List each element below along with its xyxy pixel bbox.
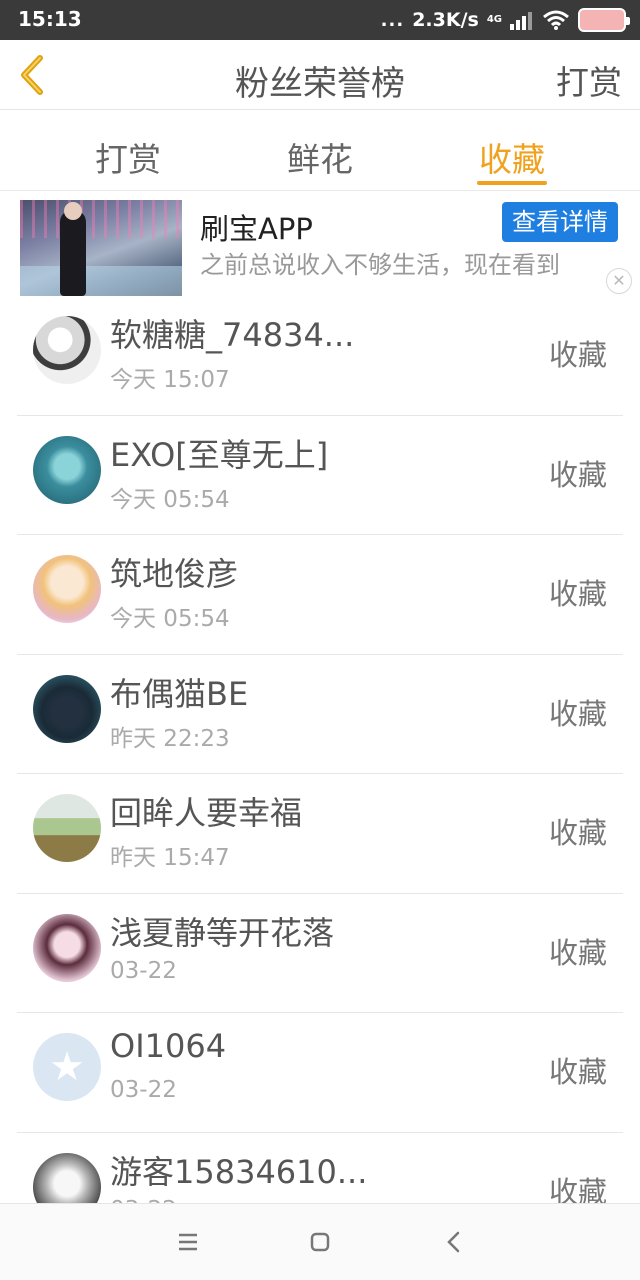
- avatar: [33, 913, 101, 982]
- collect-label: 收藏: [548, 816, 607, 850]
- user-time: 03-22: [110, 1077, 177, 1103]
- tab-collect[interactable]: 收藏: [452, 133, 572, 181]
- reward-button[interactable]: 打赏: [556, 56, 622, 104]
- status-dots: ...: [380, 9, 405, 31]
- list-item[interactable]: 回眸人要幸福 昨天 15:47 收藏: [0, 774, 640, 894]
- status-time: 15:13: [18, 7, 82, 31]
- user-name: 布偶猫BE: [110, 674, 249, 713]
- list-item[interactable]: ★ OI1064 03-22 收藏: [0, 1013, 640, 1133]
- user-time: 昨天 15:47: [110, 845, 230, 871]
- list-item[interactable]: 筑地俊彦 今天 05:54 收藏: [0, 535, 640, 655]
- avatar: [33, 794, 101, 862]
- header: 粉丝荣誉榜 打赏: [0, 40, 640, 110]
- signal-icon: [510, 12, 532, 30]
- user-name: OI1064: [110, 1027, 227, 1065]
- home-icon[interactable]: [302, 1224, 338, 1260]
- avatar: [33, 674, 101, 743]
- tab-reward[interactable]: 打赏: [68, 133, 188, 181]
- avatar: [33, 316, 101, 384]
- ad-description: 之前总说收入不够生活，现在看到: [200, 251, 560, 279]
- network-speed: 2.3K/s: [412, 9, 479, 31]
- network-type: 4G: [486, 14, 502, 25]
- battery-icon: [578, 8, 630, 32]
- collect-label: 收藏: [548, 457, 607, 492]
- user-time: 今天 05:54: [110, 606, 230, 632]
- avatar: [33, 555, 101, 623]
- user-name: EXO[至尊无上]: [110, 435, 329, 474]
- collect-label: 收藏: [548, 577, 607, 611]
- active-tab-indicator: [477, 181, 547, 185]
- ad-details-button[interactable]: 查看详情: [502, 202, 618, 242]
- close-icon[interactable]: ✕: [606, 268, 632, 294]
- system-nav-bar: [0, 1203, 640, 1280]
- ad-image[interactable]: [20, 200, 182, 296]
- tab-bar: 打赏 鲜花 收藏: [0, 111, 640, 191]
- tab-flowers[interactable]: 鲜花: [260, 133, 380, 181]
- user-time: 今天 15:07: [110, 367, 230, 393]
- fan-list: 软糖糖_74834... 今天 15:07 收藏 EXO[至尊无上] 今天 05…: [0, 296, 640, 1252]
- list-item[interactable]: 软糖糖_74834... 今天 15:07 收藏: [0, 296, 640, 416]
- user-name: 回眸人要幸福: [110, 794, 303, 832]
- back-icon[interactable]: [436, 1224, 472, 1260]
- list-item[interactable]: 浅夏静等开花落 03-22 收藏: [0, 894, 640, 1013]
- user-name: 筑地俊彦: [110, 555, 239, 593]
- collect-label: 收藏: [548, 338, 607, 372]
- collect-label: 收藏: [548, 1055, 607, 1089]
- wifi-icon: [543, 10, 569, 30]
- menu-icon[interactable]: [170, 1224, 206, 1260]
- user-name: 软糖糖_74834...: [110, 316, 355, 354]
- star-icon: ★: [49, 1044, 85, 1090]
- collect-label: 收藏: [548, 935, 607, 970]
- avatar: ★: [33, 1033, 101, 1101]
- avatar: [33, 435, 101, 504]
- user-time: 昨天 22:23: [110, 725, 230, 752]
- user-name: 浅夏静等开花落: [110, 913, 335, 952]
- status-indicators: ... 2.3K/s 4G: [380, 6, 630, 34]
- list-item[interactable]: 布偶猫BE 昨天 22:23 收藏: [0, 655, 640, 774]
- user-time: 今天 05:54: [110, 486, 230, 513]
- status-bar: 15:13 ... 2.3K/s 4G: [0, 0, 640, 40]
- list-item[interactable]: EXO[至尊无上] 今天 05:54 收藏: [0, 416, 640, 535]
- collect-label: 收藏: [548, 696, 607, 731]
- user-name: 游客15834610...: [110, 1152, 368, 1191]
- ad-title: 刷宝APP: [200, 212, 313, 246]
- page-title: 粉丝荣誉榜: [235, 64, 405, 104]
- ad-banner[interactable]: 刷宝APP 查看详情 之前总说收入不够生活，现在看到 ✕: [0, 192, 640, 296]
- user-time: 03-22: [110, 957, 177, 984]
